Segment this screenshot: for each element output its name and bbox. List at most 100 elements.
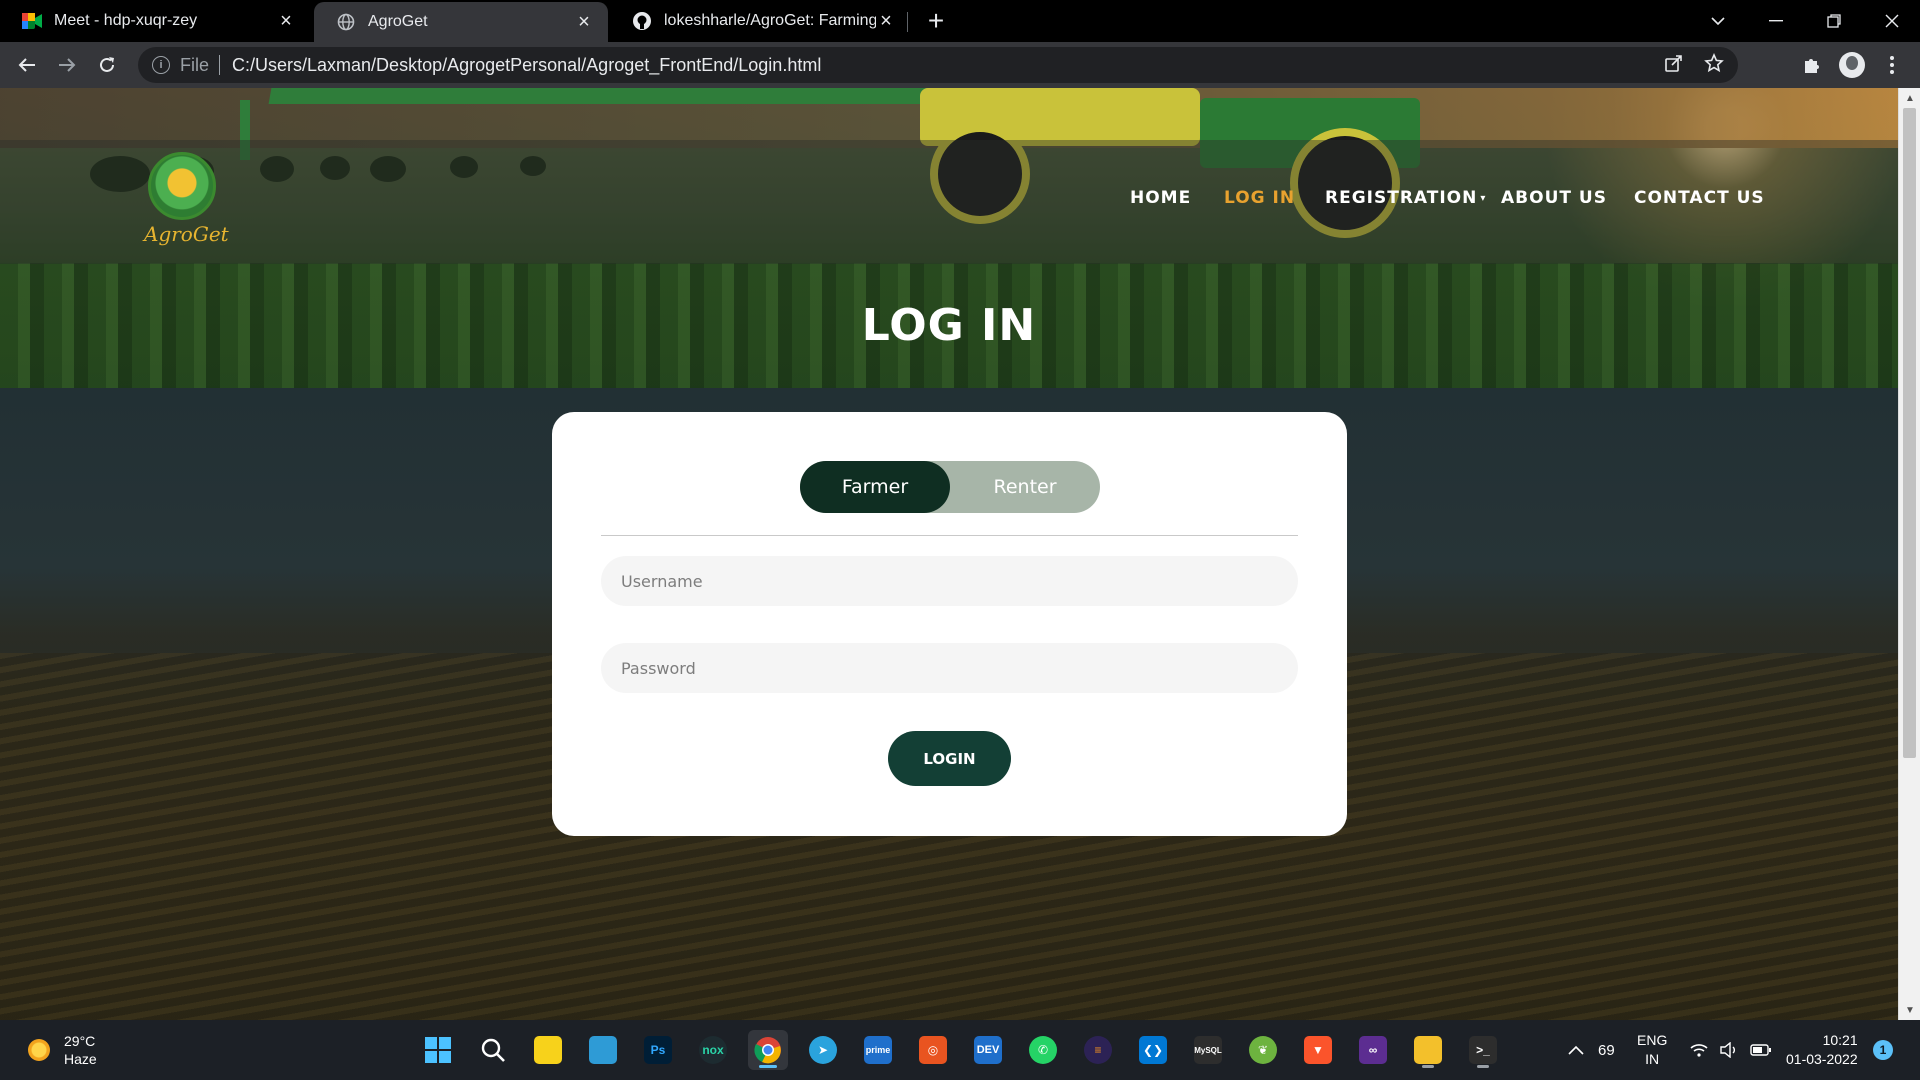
telegram-icon[interactable]: ➤ [803, 1030, 843, 1070]
tab-title: AgroGet [368, 13, 428, 30]
nav-login[interactable]: LOG IN [1224, 188, 1295, 208]
chevron-up-icon [1568, 1045, 1584, 1055]
scroll-down-arrow-icon[interactable]: ▼ [1899, 1000, 1920, 1020]
search-icon[interactable] [473, 1030, 513, 1070]
nox-icon[interactable]: nox [693, 1030, 733, 1070]
avatar [1839, 52, 1865, 78]
scheme-label: File [180, 54, 210, 75]
mysql-icon[interactable]: MySQL [1188, 1030, 1228, 1070]
desktop-icon[interactable] [583, 1030, 623, 1070]
terminal-icon[interactable]: >_ [1463, 1030, 1503, 1070]
sun-icon [28, 1039, 50, 1061]
new-tab-button[interactable]: + [921, 5, 951, 36]
volume-icon [1720, 1042, 1735, 1058]
nav-registration[interactable]: REGISTRATION ▾ [1325, 188, 1486, 208]
eclipse-icon[interactable]: ≡ [1078, 1030, 1118, 1070]
tab-meet[interactable]: Meet - hdp-xuqr-zey × [0, 0, 310, 42]
password-input[interactable]: Password [601, 643, 1298, 693]
puzzle-icon [1805, 59, 1819, 73]
scroll-up-arrow-icon[interactable]: ▲ [1899, 88, 1920, 108]
login-button[interactable]: LOGIN [888, 731, 1011, 786]
browser-toolbar: i File C:/Users/Laxman/Desktop/AgrogetPe… [0, 42, 1920, 88]
ubuntu-icon[interactable]: ◎ [913, 1030, 953, 1070]
page-scrollbar[interactable]: ▲ ▼ [1898, 88, 1920, 1020]
tray-badge-number[interactable]: 69 [1598, 1020, 1615, 1080]
chevron-down-icon: ▾ [1480, 192, 1487, 204]
system-status[interactable] [1690, 1020, 1772, 1080]
page-title: LOG IN [861, 300, 1037, 351]
extensions-button[interactable] [1796, 49, 1828, 81]
language-code: ENG [1637, 1032, 1668, 1048]
spring-icon[interactable]: ❦ [1243, 1030, 1283, 1070]
renter-toggle-button[interactable]: Renter [950, 461, 1100, 513]
divider [601, 535, 1298, 536]
brave-icon[interactable]: ▼ [1298, 1030, 1338, 1070]
url-text[interactable]: C:/Users/Laxman/Desktop/AgrogetPersonal/… [232, 55, 821, 76]
user-type-toggle: Farmer Renter [800, 461, 1100, 513]
login-card: Farmer Renter Username Password LOGIN [552, 412, 1347, 836]
back-button[interactable] [11, 49, 43, 81]
browser-tab-strip: Meet - hdp-xuqr-zey × AgroGet × lokeshha… [0, 0, 1920, 42]
dev-icon[interactable]: DEV [968, 1030, 1008, 1070]
reload-button[interactable] [91, 49, 123, 81]
tab-title: lokeshharle/AgroGet: Farming Eq [664, 12, 876, 29]
forward-button[interactable] [51, 49, 83, 81]
close-icon[interactable]: × [574, 11, 594, 33]
whatsapp-icon[interactable]: ✆ [1023, 1030, 1063, 1070]
chevron-down-icon [1711, 17, 1725, 26]
prime-video-icon[interactable]: prime [858, 1030, 898, 1070]
nav-contact[interactable]: CONTACT US [1634, 188, 1765, 208]
arrow-right-icon [59, 58, 76, 72]
tab-title: Meet - hdp-xuqr-zey [54, 12, 198, 29]
close-icon[interactable]: × [276, 10, 296, 32]
windows-start-icon[interactable] [418, 1030, 458, 1070]
main-nav: HOME LOG IN REGISTRATION ▾ ABOUT US CONTA… [0, 188, 1898, 218]
clock-time: 10:21 [1822, 1032, 1858, 1048]
scrollbar-thumb[interactable] [1903, 108, 1916, 758]
nav-home[interactable]: HOME [1130, 188, 1191, 208]
region-code: IN [1645, 1051, 1660, 1067]
tab-github[interactable]: lokeshharle/AgroGet: Farming Eq × [610, 0, 910, 42]
visual-studio-icon[interactable]: ∞ [1353, 1030, 1393, 1070]
info-icon[interactable]: i [152, 56, 170, 74]
photoshop-icon[interactable]: Ps [638, 1030, 678, 1070]
minimize-button[interactable] [1748, 0, 1804, 42]
weather-widget[interactable]: 29°C Haze [28, 1030, 97, 1070]
file-explorer-icon[interactable] [1408, 1030, 1448, 1070]
sticky-notes-icon[interactable] [528, 1030, 568, 1070]
tab-search-button[interactable] [1690, 0, 1746, 42]
wifi-icon [1690, 1044, 1708, 1057]
reload-icon [100, 57, 114, 72]
open-app-indicator [1477, 1065, 1489, 1068]
divider [219, 55, 221, 75]
star-icon[interactable] [1704, 52, 1724, 78]
profile-button[interactable] [1836, 49, 1868, 81]
nav-registration-label: REGISTRATION [1325, 188, 1478, 208]
farmer-toggle-button[interactable]: Farmer [800, 461, 950, 513]
show-hidden-icons-button[interactable] [1568, 1020, 1584, 1080]
restore-button[interactable] [1806, 0, 1862, 42]
username-input[interactable]: Username [601, 556, 1298, 606]
menu-button[interactable] [1876, 49, 1908, 81]
tab-agroget[interactable]: AgroGet × [314, 2, 608, 42]
close-icon[interactable]: × [876, 10, 896, 32]
logo-text: AgroGet [144, 222, 229, 246]
share-icon[interactable] [1664, 53, 1684, 78]
page-viewport: AgroGet HOME LOG IN REGISTRATION ▾ ABOUT … [0, 88, 1898, 1020]
language-indicator[interactable]: ENG IN [1637, 1020, 1667, 1080]
address-bar[interactable]: i File C:/Users/Laxman/Desktop/AgrogetPe… [138, 47, 1738, 83]
weather-temp: 29°C [64, 1033, 96, 1049]
close-window-button[interactable] [1864, 0, 1920, 42]
clock-date: 01-03-2022 [1786, 1051, 1858, 1067]
battery-icon [1750, 1044, 1771, 1056]
clock[interactable]: 10:21 01-03-2022 [1786, 1020, 1858, 1080]
globe-icon [336, 12, 356, 32]
notification-center-button[interactable]: 1 [1873, 1020, 1893, 1080]
active-app-indicator [759, 1065, 777, 1068]
google-meet-icon [22, 11, 42, 31]
weather-condition: Haze [64, 1051, 97, 1067]
windows-taskbar: 29°C Haze Ps nox ➤ prime ◎ DEV ✆ ≡ ❮❯ My… [0, 1020, 1920, 1080]
nav-about[interactable]: ABOUT US [1501, 188, 1607, 208]
vscode-icon[interactable]: ❮❯ [1133, 1030, 1173, 1070]
chrome-icon[interactable] [748, 1030, 788, 1070]
